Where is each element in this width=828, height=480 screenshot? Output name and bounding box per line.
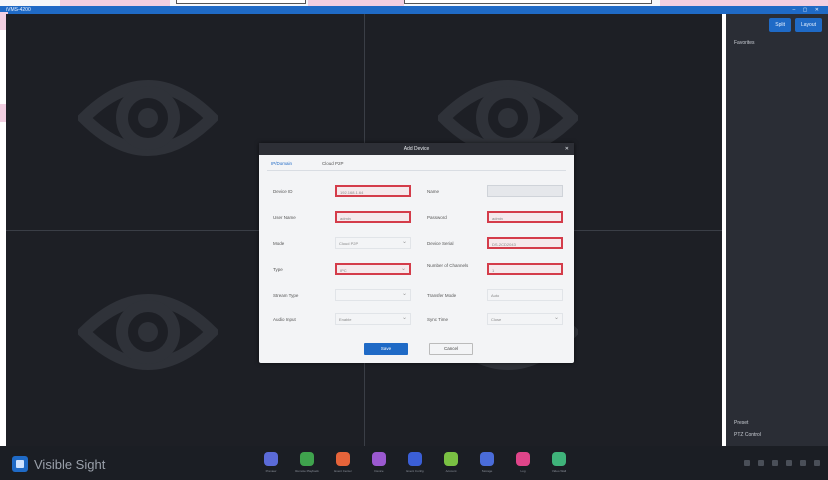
eye-icon: [78, 80, 218, 156]
right-side-panel: Split Layout Favorites Preset PTZ Contro…: [726, 14, 828, 446]
close-icon[interactable]: ✕: [565, 143, 569, 155]
favorites-label[interactable]: Favorites: [734, 40, 755, 46]
audio-input-label: Audio Input: [273, 317, 296, 322]
app-icon: [300, 452, 314, 466]
app-label: Remote Playback: [295, 469, 319, 473]
type-select[interactable]: IPC: [335, 263, 411, 275]
taskbar-apps: Preview Remote Playback Event Center Device…: [258, 452, 572, 473]
sync-time-select[interactable]: Close: [487, 313, 563, 325]
window-controls[interactable]: – ▢ ✕: [793, 7, 822, 13]
app-label: Device: [374, 469, 384, 473]
preset-label[interactable]: Preset: [734, 420, 748, 426]
window-title: iVMS-4200: [6, 7, 31, 13]
app-label: Preview: [265, 469, 277, 473]
app-icon: [480, 452, 494, 466]
channel-number-label: Number of Channels: [427, 263, 469, 268]
form-row: Audio Input Enable Sync Time Close: [259, 313, 574, 335]
device-serial-field[interactable]: DS-2CD2043: [487, 237, 563, 249]
taskbar-app[interactable]: Event Center: [330, 452, 356, 473]
user-name-label: User Name: [273, 215, 296, 220]
user-name-field[interactable]: admin: [335, 211, 411, 223]
taskbar-app[interactable]: Event Config: [402, 452, 428, 473]
tray-icon[interactable]: [800, 460, 806, 466]
form-row: Device ID 192.168.1.64 Name: [259, 185, 574, 207]
sync-time-label: Sync Time: [427, 317, 449, 322]
password-label: Password: [427, 215, 447, 220]
app-icon: [408, 452, 422, 466]
bottom-taskbar: Visible Sight Preview Remote Playback Even…: [0, 446, 828, 480]
app-icon: [336, 452, 350, 466]
tab-ip-domain[interactable]: IP/Domain: [271, 161, 292, 166]
app-icon: [516, 452, 530, 466]
audio-input-select[interactable]: Enable: [335, 313, 411, 325]
tray-icon[interactable]: [814, 460, 820, 466]
split-button[interactable]: Split: [769, 18, 791, 32]
taskbar-app[interactable]: Account: [438, 452, 464, 473]
transfer-mode-label: Transfer Mode: [427, 293, 457, 298]
tray-icon[interactable]: [758, 460, 764, 466]
app-label: Event Config: [406, 469, 424, 473]
window-titlebar: iVMS-4200 – ▢ ✕: [0, 6, 828, 14]
stream-type-select[interactable]: [335, 289, 411, 301]
tab-cloud-p2p[interactable]: Cloud P2P: [322, 161, 344, 166]
form-row: Stream Type Transfer Mode Auto: [259, 289, 574, 311]
transfer-mode-field[interactable]: Auto: [487, 289, 563, 301]
taskbar-app[interactable]: Preview: [258, 452, 284, 473]
divider: [267, 170, 566, 171]
taskbar-app[interactable]: Remote Playback: [294, 452, 320, 473]
app-label: Account: [445, 469, 457, 473]
stream-type-label: Stream Type: [273, 293, 299, 298]
add-device-dialog: Add Device ✕ IP/Domain Cloud P2P Device …: [259, 143, 574, 363]
channel-number-field[interactable]: 1: [487, 263, 563, 275]
type-label: Type: [273, 267, 283, 272]
brand: Visible Sight: [12, 456, 105, 472]
system-tray: [744, 460, 820, 466]
app-logo-icon: [12, 456, 28, 472]
device-id-field[interactable]: 192.168.1.64: [335, 185, 411, 197]
app-label: Video Wall: [551, 469, 567, 473]
app-icon: [264, 452, 278, 466]
form-row: Mode Cloud P2P Device Serial DS-2CD2043: [259, 237, 574, 259]
form-row: User Name admin Password admin: [259, 211, 574, 233]
tray-icon[interactable]: [786, 460, 792, 466]
app-icon: [552, 452, 566, 466]
app-icon: [444, 452, 458, 466]
mode-label: Mode: [273, 241, 285, 246]
cancel-button[interactable]: Cancel: [429, 343, 473, 355]
app-icon: [372, 452, 386, 466]
device-serial-label: Device Serial: [427, 241, 454, 246]
tray-icon[interactable]: [744, 460, 750, 466]
password-field[interactable]: admin: [487, 211, 563, 223]
paper-decoration: [176, 0, 306, 4]
eye-icon: [78, 294, 218, 370]
dialog-header: Add Device ✕: [259, 143, 574, 155]
taskbar-app[interactable]: Storage: [474, 452, 500, 473]
app-label: Event Center: [334, 469, 352, 473]
device-id-label: Device ID: [273, 189, 293, 194]
taskbar-app[interactable]: Device: [366, 452, 392, 473]
tray-icon[interactable]: [772, 460, 778, 466]
form-row: Type IPC Number of Channels 1: [259, 263, 574, 285]
ptz-control-label[interactable]: PTZ Control: [734, 432, 761, 438]
paper-decoration: [404, 0, 652, 4]
dialog-tabs: IP/Domain Cloud P2P: [259, 155, 574, 170]
app-label: Storage: [481, 469, 493, 473]
app-label: Log: [520, 469, 526, 473]
mode-select[interactable]: Cloud P2P: [335, 237, 411, 249]
dialog-title: Add Device: [403, 146, 430, 152]
name-label: Name: [427, 189, 440, 194]
layout-button[interactable]: Layout: [794, 18, 822, 32]
name-field[interactable]: [487, 185, 563, 197]
taskbar-app[interactable]: Video Wall: [546, 452, 572, 473]
brand-name: Visible Sight: [34, 456, 106, 472]
taskbar-app[interactable]: Log: [510, 452, 536, 473]
save-button[interactable]: Save: [364, 343, 408, 355]
